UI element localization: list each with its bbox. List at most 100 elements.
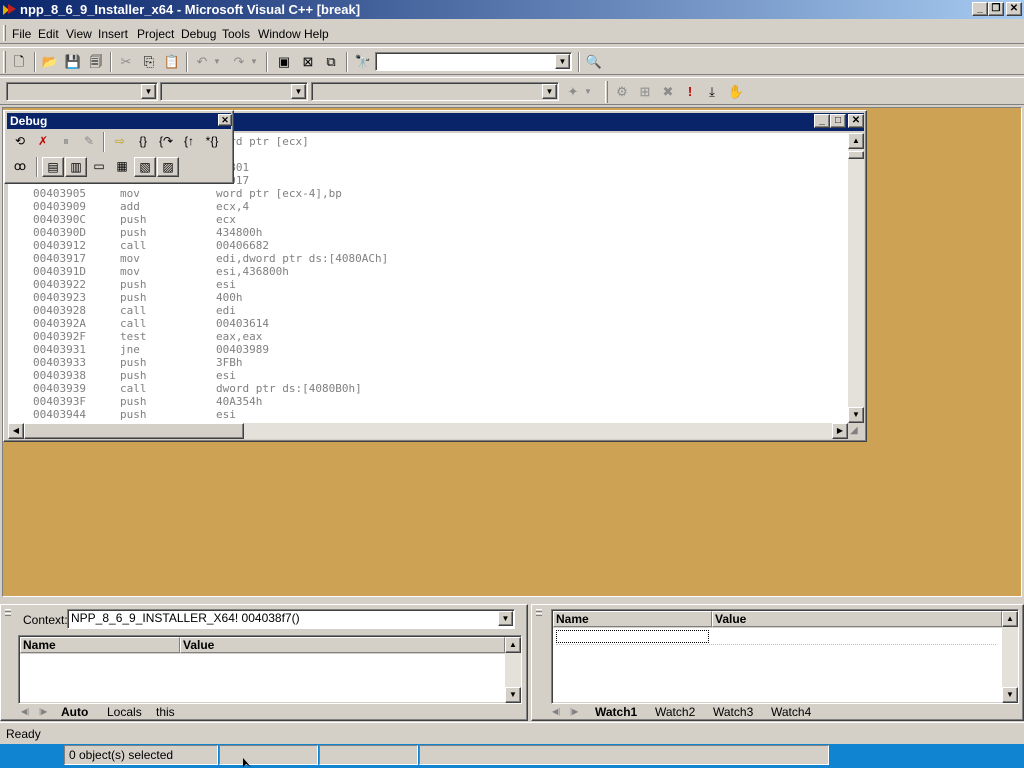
column-value[interactable]: Value <box>712 611 1002 627</box>
scroll-left-icon[interactable]: ◀ <box>8 423 24 439</box>
window-list-icon[interactable]: ⧉ <box>320 52 342 72</box>
tab-watch1[interactable]: Watch1 <box>595 705 637 720</box>
chevron-down-icon[interactable]: ▼ <box>498 611 513 626</box>
hscroll-thumb[interactable] <box>24 423 244 439</box>
break-execution-icon[interactable]: ⏸ <box>55 132 77 152</box>
members-combo[interactable]: ▼ <box>311 82 559 101</box>
scroll-right-icon[interactable]: ▶ <box>832 423 848 439</box>
save-all-icon[interactable]: 🗐 <box>85 52 107 72</box>
class-combo[interactable]: ▼ <box>6 82 158 101</box>
menu-debug[interactable]: Debug <box>181 27 216 41</box>
tab-auto[interactable]: Auto <box>61 705 88 720</box>
go-icon[interactable]: ⤓ <box>701 82 723 102</box>
menu-file[interactable]: File <box>12 27 31 41</box>
context-combo[interactable]: NPP_8_6_9_INSTALLER_X64! 004038f7() ▼ <box>67 609 515 629</box>
variables-window-icon[interactable]: ▥ <box>65 157 87 177</box>
menu-window[interactable]: Window <box>258 27 301 41</box>
run-to-cursor-icon[interactable]: *{} <box>201 132 223 152</box>
watch-window-icon[interactable]: ▤ <box>42 157 64 177</box>
open-folder-icon[interactable]: 📂 <box>39 52 61 72</box>
menu-project[interactable]: Project <box>137 27 174 41</box>
scroll-down-icon[interactable]: ▼ <box>1002 687 1018 703</box>
vertical-scrollbar[interactable]: ▲ ▼ <box>505 637 521 703</box>
wizard-action-icon[interactable]: ✦ <box>562 82 584 102</box>
close-button[interactable]: ✕ <box>1006 2 1022 16</box>
undo-dropdown-icon[interactable]: ▼ <box>211 52 223 72</box>
vertical-scrollbar[interactable]: ▲ ▼ <box>848 133 864 423</box>
pane-grip[interactable] <box>3 607 13 719</box>
menu-insert[interactable]: Insert <box>98 27 128 41</box>
output-window-icon[interactable]: ⊠ <box>297 52 319 72</box>
copy-icon[interactable]: ⎘ <box>138 52 160 72</box>
menu-tools[interactable]: Tools <box>222 27 250 41</box>
tab-nav-left-icon[interactable]: ◀| <box>21 705 29 720</box>
column-name[interactable]: Name <box>20 637 180 653</box>
step-out-icon[interactable]: {↑ <box>178 132 200 152</box>
scroll-up-icon[interactable]: ▲ <box>1002 611 1018 627</box>
scroll-down-icon[interactable]: ▼ <box>505 687 521 703</box>
variables-list[interactable]: Name Value ▲ ▼ <box>18 635 522 704</box>
tab-locals[interactable]: Locals <box>107 705 142 720</box>
tab-this[interactable]: this <box>156 705 175 720</box>
watch-list[interactable]: Name Value ▲ ▼ <box>551 609 1019 704</box>
quickwatch-icon[interactable]: ꝏ <box>9 157 31 177</box>
minimize-button[interactable]: _ <box>972 2 988 16</box>
column-name[interactable]: Name <box>553 611 712 627</box>
scroll-thumb[interactable] <box>848 151 864 159</box>
wizard-dropdown-icon[interactable]: ▼ <box>582 82 594 102</box>
disassembly-maximize-button[interactable]: □ <box>830 114 846 128</box>
save-icon[interactable]: 💾 <box>62 52 84 72</box>
compile-icon[interactable]: ⚙ <box>611 82 633 102</box>
new-text-file-icon[interactable]: 🗋 <box>8 52 30 72</box>
restore-button[interactable]: ❐ <box>988 2 1004 16</box>
scroll-up-icon[interactable]: ▲ <box>848 133 864 149</box>
show-next-statement-icon[interactable]: ⇨ <box>109 132 131 152</box>
find-icon[interactable]: 🔍 <box>583 52 605 72</box>
vertical-scrollbar[interactable]: ▲ ▼ <box>1002 611 1018 703</box>
tab-nav-left-icon[interactable]: ◀| <box>552 705 560 720</box>
stop-debugging-icon[interactable]: ✗ <box>32 132 54 152</box>
scroll-up-icon[interactable]: ▲ <box>505 637 521 653</box>
apply-code-changes-icon[interactable]: ✎ <box>78 132 100 152</box>
tab-nav-right-icon[interactable]: |▶ <box>39 705 47 720</box>
redo-icon[interactable]: ↷ <box>228 52 250 72</box>
call-stack-window-icon[interactable]: ▧ <box>134 157 156 177</box>
chevron-down-icon[interactable]: ▼ <box>542 84 557 99</box>
chevron-down-icon[interactable]: ▼ <box>291 84 306 99</box>
tab-watch3[interactable]: Watch3 <box>713 705 753 720</box>
disassembly-window-icon[interactable]: ▨ <box>157 157 179 177</box>
toolbar-grip[interactable] <box>605 81 608 103</box>
debug-toolbar-caption[interactable]: Debug ✕ <box>7 113 232 129</box>
visual-cpp-icon[interactable] <box>2 2 17 17</box>
memory-window-icon[interactable]: ▦ <box>111 157 133 177</box>
tab-nav-right-icon[interactable]: |▶ <box>570 705 578 720</box>
horizontal-scrollbar[interactable]: ◀ ▶ <box>8 423 848 439</box>
disassembly-minimize-button[interactable]: _ <box>814 114 830 128</box>
stop-build-icon[interactable]: ✖ <box>657 82 679 102</box>
menu-view[interactable]: View <box>66 27 92 41</box>
find-in-files-icon[interactable]: 🔭 <box>352 52 374 72</box>
chevron-down-icon[interactable]: ▼ <box>555 54 570 69</box>
disassembly-close-button[interactable]: ✕ <box>848 114 864 128</box>
watch-new-entry-field[interactable] <box>556 630 709 643</box>
tab-watch4[interactable]: Watch4 <box>771 705 811 720</box>
step-over-icon[interactable]: {↷ <box>155 132 177 152</box>
size-grip-icon[interactable]: ◢ <box>850 425 862 437</box>
column-value[interactable]: Value <box>180 637 505 653</box>
menu-help[interactable]: Help <box>304 27 329 41</box>
chevron-down-icon[interactable]: ▼ <box>141 84 156 99</box>
workspace-window-icon[interactable]: ▣ <box>273 52 295 72</box>
pane-grip[interactable] <box>534 607 544 719</box>
cut-icon[interactable]: ✂ <box>115 52 137 72</box>
scroll-down-icon[interactable]: ▼ <box>848 407 864 423</box>
find-combo[interactable]: ▼ <box>375 52 572 71</box>
breakpoint-hand-icon[interactable]: ✋ <box>725 82 747 102</box>
undo-icon[interactable]: ↶ <box>191 52 213 72</box>
toolbar-grip[interactable] <box>3 51 6 73</box>
menubar-grip[interactable] <box>3 25 6 41</box>
build-icon[interactable]: ⊞ <box>634 82 656 102</box>
tab-watch2[interactable]: Watch2 <box>655 705 695 720</box>
restart-icon[interactable]: ⟲ <box>9 132 31 152</box>
redo-dropdown-icon[interactable]: ▼ <box>248 52 260 72</box>
paste-icon[interactable]: 📋 <box>161 52 183 72</box>
